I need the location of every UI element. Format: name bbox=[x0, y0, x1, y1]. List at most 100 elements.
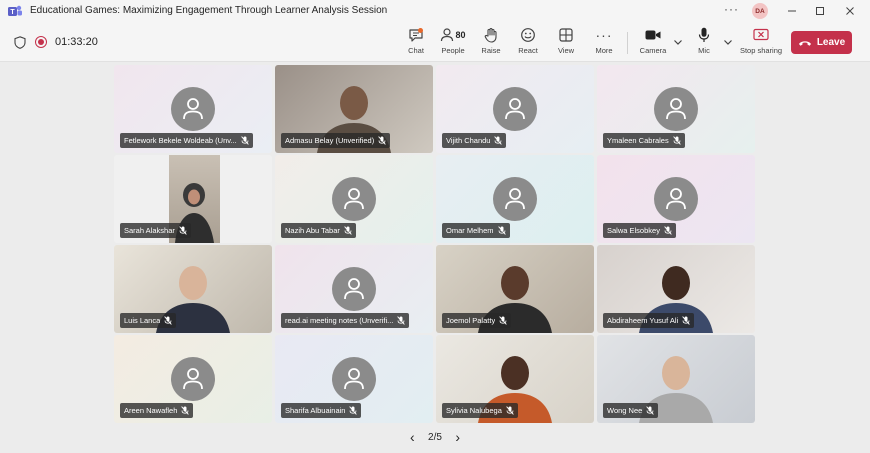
mic-muted-icon bbox=[344, 226, 352, 235]
view-label: View bbox=[557, 46, 575, 55]
mic-muted-icon bbox=[349, 406, 358, 415]
person-icon bbox=[344, 368, 364, 390]
minimize-icon bbox=[788, 10, 796, 12]
more-actions-icon: ··· bbox=[595, 27, 613, 43]
participant-tile[interactable]: Admasu Belay (Unverified) bbox=[275, 65, 433, 153]
user-avatar[interactable]: DA bbox=[752, 3, 768, 19]
participant-tile[interactable]: Fetlework Bekele Woldeab (Unv... bbox=[114, 65, 272, 153]
video-grid: Fetlework Bekele Woldeab (Unv... Admasu B… bbox=[0, 62, 870, 453]
default-avatar bbox=[493, 87, 537, 131]
close-button[interactable] bbox=[838, 2, 862, 20]
participant-name: Sarah Alakshar bbox=[124, 226, 175, 235]
more-actions-button[interactable]: ··· More bbox=[584, 26, 624, 60]
default-avatar bbox=[332, 267, 376, 311]
camera-button[interactable]: Camera bbox=[633, 26, 673, 60]
participant-name: Abdiraheem Yusuf Ali bbox=[607, 316, 679, 325]
camera-options-chevron-icon[interactable] bbox=[673, 38, 683, 46]
person-icon bbox=[344, 278, 364, 300]
person-icon bbox=[183, 98, 203, 120]
participant-tile[interactable]: Sharifa Albuainain bbox=[275, 335, 433, 423]
participant-name: Omar Melhem bbox=[446, 226, 494, 235]
participant-name-tag: Vijith Chandu bbox=[442, 133, 507, 148]
stop-sharing-label: Stop sharing bbox=[739, 46, 783, 55]
mic-muted-icon bbox=[397, 316, 406, 325]
close-icon bbox=[846, 7, 854, 15]
mic-muted-icon bbox=[682, 316, 690, 325]
participant-name-tag: Sylivia Nalubega bbox=[442, 403, 518, 418]
participant-tile[interactable]: Omar Melhem bbox=[436, 155, 594, 243]
participant-tile[interactable]: Nazih Abu Tabar bbox=[275, 155, 433, 243]
minimize-button[interactable] bbox=[780, 2, 804, 20]
more-label: More bbox=[595, 46, 613, 55]
participant-tile[interactable]: Salwa Elsobkey bbox=[597, 155, 755, 243]
participant-name: Sylivia Nalubega bbox=[446, 406, 502, 415]
camera-label: Camera bbox=[639, 46, 667, 55]
people-count: 80 bbox=[455, 30, 466, 40]
maximize-button[interactable] bbox=[808, 2, 832, 20]
window-title: Educational Games: Maximizing Engagement… bbox=[30, 5, 388, 16]
leave-button[interactable]: Leave bbox=[791, 31, 852, 54]
participant-tile[interactable]: Luis Lanca bbox=[114, 245, 272, 333]
default-avatar bbox=[654, 87, 698, 131]
chat-notification-dot bbox=[418, 28, 423, 33]
participant-tile[interactable]: Abdiraheem Yusuf Ali bbox=[597, 245, 755, 333]
mic-muted-icon bbox=[494, 136, 503, 145]
participant-tile[interactable]: Areen Nawafleh bbox=[114, 335, 272, 423]
participant-name-tag: Wong Nee bbox=[603, 403, 659, 418]
mic-muted-icon bbox=[181, 406, 190, 415]
maximize-icon bbox=[816, 7, 824, 15]
participant-tile[interactable]: Joemol Palatty bbox=[436, 245, 594, 333]
participant-name-tag: Sharifa Albuainain bbox=[281, 403, 362, 418]
participant-name-tag: Admasu Belay (Unverified) bbox=[281, 133, 391, 148]
participant-name-tag: Sarah Alakshar bbox=[120, 223, 191, 238]
participant-tile[interactable]: Vijith Chandu bbox=[436, 65, 594, 153]
next-page-button[interactable]: › bbox=[455, 429, 460, 445]
meeting-toolbar: 01:33:20 Chat 80 People Raise React View… bbox=[0, 22, 870, 62]
react-button[interactable]: React bbox=[508, 26, 548, 60]
participant-name-tag: read.ai meeting notes (Unverifi... bbox=[281, 313, 410, 328]
raise-hand-icon bbox=[484, 27, 497, 43]
prev-page-button[interactable]: ‹ bbox=[410, 429, 415, 445]
default-avatar bbox=[332, 357, 376, 401]
raise-hand-button[interactable]: Raise bbox=[471, 26, 511, 60]
pagination: ‹ 2/5 › bbox=[410, 429, 460, 445]
mic-muted-icon bbox=[672, 136, 681, 145]
participant-tile[interactable]: Ymaleen Cabrales bbox=[597, 65, 755, 153]
stop-sharing-icon bbox=[753, 28, 769, 41]
mic-options-chevron-icon[interactable] bbox=[723, 38, 733, 46]
stop-sharing-button[interactable]: Stop sharing bbox=[738, 26, 784, 60]
react-label: React bbox=[518, 46, 538, 55]
shield-icon[interactable] bbox=[14, 36, 26, 49]
participant-tile[interactable]: Wong Nee bbox=[597, 335, 755, 423]
view-button[interactable]: View bbox=[546, 26, 586, 60]
mic-muted-icon bbox=[164, 316, 173, 325]
phone-hangup-icon bbox=[798, 40, 811, 46]
participant-tile[interactable]: read.ai meeting notes (Unverifi... bbox=[275, 245, 433, 333]
chat-button[interactable]: Chat bbox=[396, 26, 436, 60]
mic-muted-icon bbox=[497, 226, 506, 235]
mic-muted-icon bbox=[499, 316, 507, 325]
mic-muted-icon bbox=[378, 136, 386, 145]
toolbar-divider bbox=[627, 32, 628, 54]
participant-name: Admasu Belay (Unverified) bbox=[285, 136, 375, 145]
participant-name: Joemol Palatty bbox=[446, 316, 496, 325]
participant-tile[interactable]: Sylivia Nalubega bbox=[436, 335, 594, 423]
participant-name-tag: Nazih Abu Tabar bbox=[281, 223, 356, 238]
grid-view-icon bbox=[559, 28, 573, 42]
teams-logo-icon: T bbox=[8, 5, 22, 16]
people-button[interactable]: 80 People bbox=[433, 26, 473, 60]
person-icon bbox=[505, 98, 525, 120]
people-label: People bbox=[441, 46, 465, 55]
mic-button[interactable]: Mic bbox=[684, 26, 724, 60]
person-icon bbox=[666, 188, 686, 210]
participant-name-tag: Salwa Elsobkey bbox=[603, 223, 676, 238]
mic-muted-icon bbox=[240, 136, 249, 145]
participant-name-tag: Luis Lanca bbox=[120, 313, 177, 328]
participant-name: Salwa Elsobkey bbox=[607, 226, 660, 235]
participant-tile[interactable]: Sarah Alakshar bbox=[114, 155, 272, 243]
more-options-icon[interactable]: ··· bbox=[724, 2, 739, 16]
mic-muted-icon bbox=[664, 226, 672, 235]
default-avatar bbox=[171, 87, 215, 131]
participant-name-tag: Areen Nawafleh bbox=[120, 403, 194, 418]
page-indicator: 2/5 bbox=[428, 431, 442, 443]
